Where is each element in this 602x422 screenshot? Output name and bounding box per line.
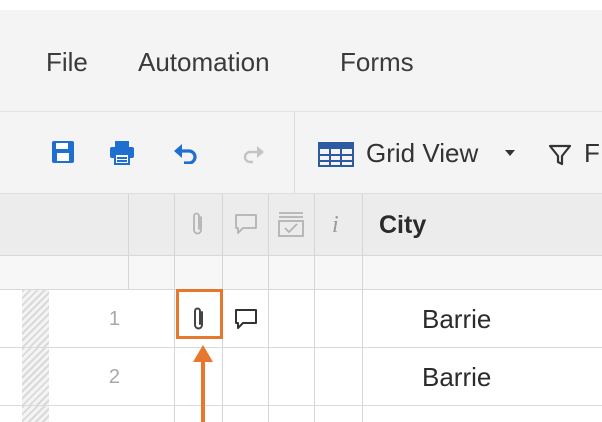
attachment-highlight-box: [176, 289, 223, 339]
row-drag-handle[interactable]: [22, 290, 49, 347]
city-cell[interactable]: Barrie: [422, 290, 491, 348]
comment-icon[interactable]: [234, 308, 258, 330]
column-divider: [314, 194, 315, 422]
toolbar-separator: [294, 112, 295, 194]
chevron-down-icon[interactable]: [505, 150, 515, 156]
grid-view-button[interactable]: Grid View: [366, 138, 478, 168]
undo-icon[interactable]: [174, 142, 198, 164]
info-column-header[interactable]: i: [332, 210, 339, 240]
proof-inbox-icon: [278, 212, 304, 237]
grid-table-icon[interactable]: [318, 142, 354, 167]
menu-forms[interactable]: Forms: [340, 47, 414, 77]
column-divider: [128, 194, 129, 290]
row-number: 2: [108, 366, 120, 388]
comment-icon: [235, 214, 257, 234]
redo-icon[interactable]: [242, 144, 264, 164]
table-row[interactable]: 1 Barrie: [0, 290, 602, 348]
row-number: 1: [108, 308, 120, 330]
row-drag-handle[interactable]: [22, 348, 49, 405]
grid-header-row: i City: [0, 194, 602, 256]
annotation-arrow-shaft: [201, 360, 205, 422]
floppy-disk-icon[interactable]: [51, 140, 75, 164]
filter-icon[interactable]: [548, 143, 572, 167]
table-row[interactable]: [0, 406, 602, 422]
menu-automation[interactable]: Automation: [138, 47, 270, 77]
column-divider: [362, 194, 363, 422]
city-cell[interactable]: Barrie: [422, 348, 491, 406]
column-divider: [174, 194, 175, 422]
menu-bar: File Automation Forms: [0, 10, 602, 112]
filter-button-label[interactable]: F: [584, 138, 600, 168]
table-row[interactable]: 2 Barrie: [0, 348, 602, 406]
app-window: File Automation Forms Grid View F i City…: [0, 0, 602, 422]
toolbar: Grid View F: [0, 112, 602, 194]
row-drag-handle[interactable]: [22, 406, 49, 422]
paperclip-icon: [193, 212, 202, 235]
grid-filter-row: [0, 256, 602, 290]
menu-file[interactable]: File: [46, 47, 88, 77]
city-column-header[interactable]: City: [379, 210, 426, 240]
top-margin: [0, 0, 602, 10]
column-divider: [268, 194, 269, 422]
printer-icon[interactable]: [109, 140, 135, 165]
